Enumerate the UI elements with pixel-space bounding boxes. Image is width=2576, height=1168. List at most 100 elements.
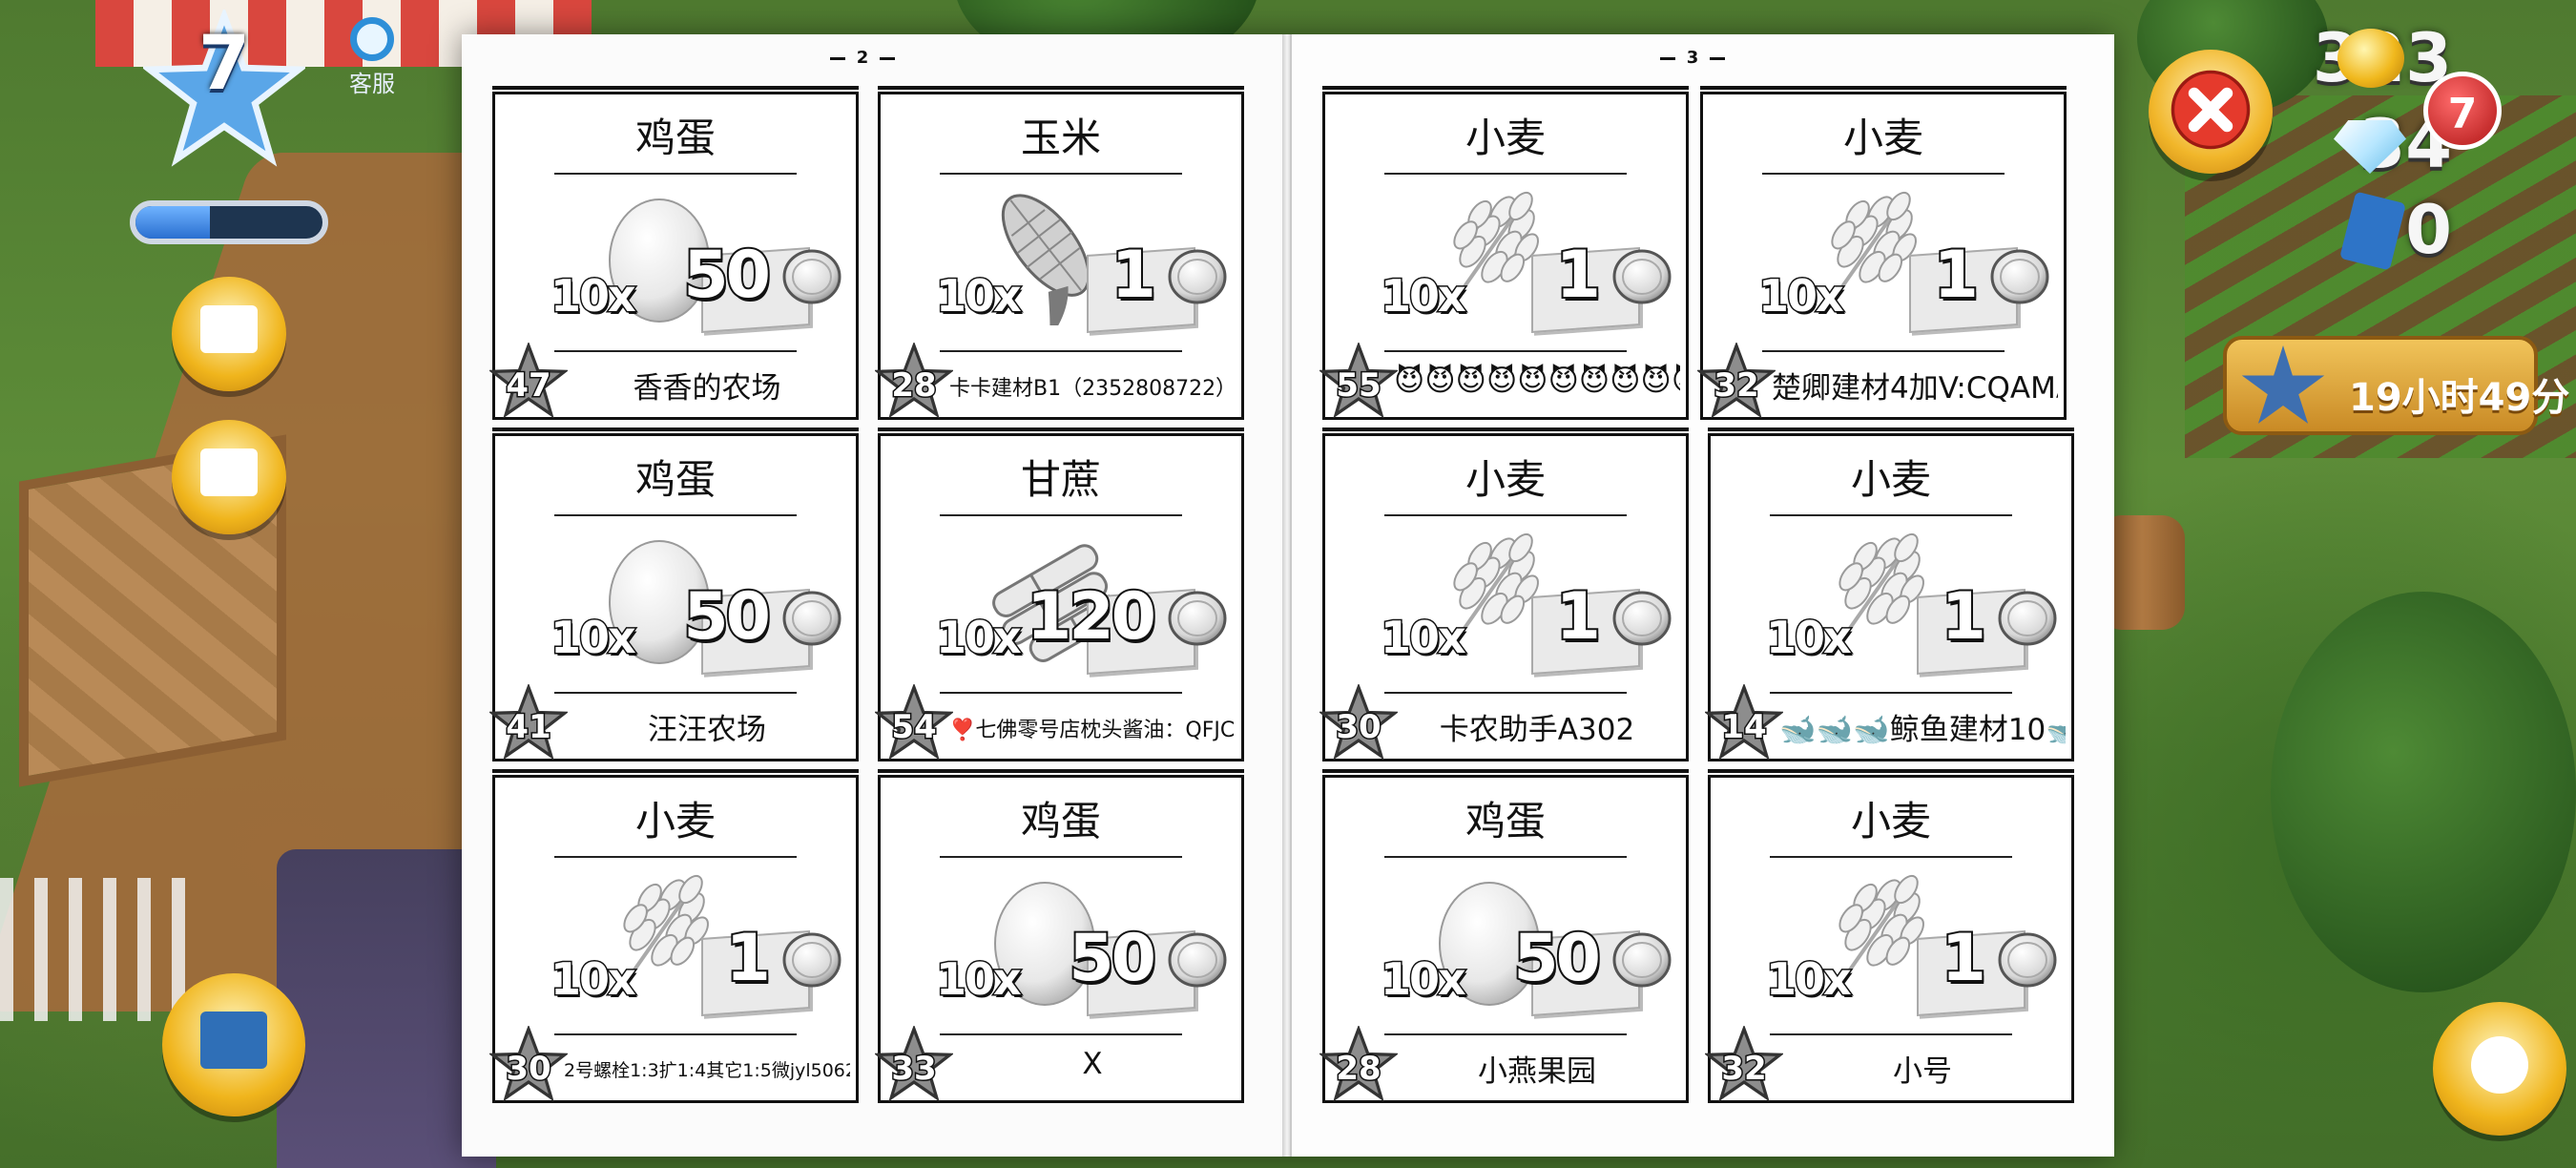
- divider: [1384, 514, 1627, 516]
- seller-name: 香香的农场: [633, 371, 781, 406]
- ad-card[interactable]: 小麦 10x 1 32 楚卿建材4加V:CQAMA9: [1695, 86, 2067, 420]
- seller-name: 🐋🐋🐋鲸鱼建材10🐋🐋🐋: [1779, 713, 2066, 747]
- coin-icon: [1989, 247, 2050, 306]
- ad-card[interactable]: 鸡蛋 10x 50 41 汪汪农场: [488, 428, 859, 761]
- seller-name: 卡农助手A302: [1439, 713, 1635, 747]
- item-name: 鸡蛋: [1020, 798, 1101, 845]
- close-icon: [2171, 70, 2251, 150]
- item-price: 1: [1554, 577, 1603, 657]
- item-name: 鸡蛋: [1465, 798, 1546, 845]
- mail-button[interactable]: [172, 420, 286, 534]
- tree: [2271, 592, 2576, 992]
- event-timer[interactable]: 19小时49分: [2223, 336, 2569, 435]
- item-name: 小麦: [1465, 115, 1546, 161]
- divider: [1384, 350, 1627, 352]
- friends-icon: [2471, 1036, 2528, 1094]
- ad-card[interactable]: 小麦 10x 1 14 🐋🐋🐋鲸鱼建材10🐋🐋🐋: [1703, 428, 2074, 761]
- seller-name: X: [1082, 1047, 1103, 1081]
- seller-level: 32: [1713, 365, 1760, 407]
- seller-name: 2号螺栓1:3扩1:4其它1:5微jyl5062: [564, 1060, 850, 1081]
- headset-icon: [350, 17, 394, 61]
- newspaper-button[interactable]: [172, 277, 286, 391]
- ticket-count: 0: [2405, 191, 2452, 269]
- ad-card[interactable]: 玉米 10x 1 28 卡卡建材B1（2352808722）: [873, 86, 1244, 420]
- coin-icon: [1611, 247, 1672, 306]
- seller-name: 楚卿建材4加V:CQAMA9: [1772, 371, 2058, 406]
- item-price: 1: [1932, 236, 1981, 315]
- close-button[interactable]: [2149, 50, 2273, 174]
- item-quantity: 10x: [1380, 611, 1468, 665]
- white-fence: [0, 878, 191, 1021]
- customer-service-button[interactable]: 客服: [334, 17, 410, 98]
- ad-card[interactable]: 小麦 10x 1 32 小号: [1703, 769, 2074, 1103]
- seller-level: 28: [1335, 1049, 1382, 1090]
- item-name: 小麦: [1850, 798, 1931, 845]
- item-quantity: 10x: [1757, 269, 1846, 323]
- item-name: 甘蔗: [1020, 456, 1101, 503]
- seller-name: 汪汪农场: [648, 713, 766, 747]
- ad-card[interactable]: 小麦 10x 1 55 😈😈😈😈😈😈😈😈😈😈😈😈😈: [1318, 86, 1689, 420]
- ad-card[interactable]: 鸡蛋 10x 50 28 小燕果园: [1318, 769, 1689, 1103]
- divider: [554, 856, 797, 858]
- ad-card[interactable]: 鸡蛋 10x 50 33 X: [873, 769, 1244, 1103]
- item-price: 50: [681, 236, 773, 315]
- friends-button[interactable]: [2433, 1002, 2566, 1136]
- item-price: 1: [1940, 577, 1988, 657]
- item-quantity: 10x: [935, 952, 1024, 1007]
- seller-name: 卡卡建材B1（2352808722）: [949, 377, 1236, 401]
- item-name: 小麦: [1850, 456, 1931, 503]
- item-quantity: 10x: [1380, 269, 1468, 323]
- item-price: 50: [1067, 919, 1158, 998]
- ad-card[interactable]: 小麦 10x 1 30 2号螺栓1:3扩1:4其它1:5微jyl5062: [488, 769, 859, 1103]
- divider: [1770, 1033, 2012, 1035]
- item-price: 50: [1511, 919, 1603, 998]
- divider: [1770, 856, 2012, 858]
- seller-level: 32: [1720, 1049, 1768, 1090]
- item-name: 鸡蛋: [634, 115, 716, 161]
- item-quantity: 10x: [1380, 952, 1468, 1007]
- item-quantity: 10x: [550, 269, 638, 323]
- seller-level: 33: [890, 1049, 938, 1090]
- item-name: 鸡蛋: [634, 456, 716, 503]
- timer-text: 19小时49分: [2349, 376, 2570, 420]
- envelope-icon: [200, 448, 258, 496]
- shop-button[interactable]: [162, 973, 305, 1116]
- divider: [554, 350, 797, 352]
- newspaper-icon: [200, 305, 258, 353]
- divider: [1384, 692, 1627, 694]
- seller-level: 47: [505, 365, 552, 407]
- notification-badge[interactable]: 7: [2423, 72, 2502, 150]
- left-page-number: 2: [805, 48, 920, 68]
- item-quantity: 10x: [550, 611, 638, 665]
- item-quantity: 10x: [550, 952, 638, 1007]
- item-price: 1: [1554, 236, 1603, 315]
- xp-progress-bar: [130, 200, 328, 244]
- player-level: 7: [197, 21, 251, 107]
- right-page-number: 3: [1635, 48, 1750, 68]
- coin-icon: [781, 247, 842, 306]
- item-quantity: 10x: [935, 611, 1024, 665]
- item-name: 小麦: [1465, 456, 1546, 503]
- divider: [554, 1033, 797, 1035]
- ad-card[interactable]: 小麦 10x 1 30 卡农助手A302: [1318, 428, 1689, 761]
- divider: [1762, 350, 2005, 352]
- seller-level: 41: [505, 707, 552, 748]
- coin-icon: [1611, 930, 1672, 990]
- ad-card[interactable]: 鸡蛋 10x 50 47 香香的农场: [488, 86, 859, 420]
- divider: [940, 856, 1182, 858]
- coin-icon: [781, 930, 842, 990]
- seller-name: ❣️七佛零号店枕头酱油：QFJC233: [949, 719, 1236, 742]
- item-name: 小麦: [1842, 115, 1923, 161]
- seller-level: 30: [505, 1049, 552, 1090]
- coin-icon: [1167, 247, 1228, 306]
- divider: [1770, 514, 2012, 516]
- divider: [940, 1033, 1182, 1035]
- item-price: 1: [1940, 919, 1988, 998]
- coin-icon[interactable]: [2337, 29, 2404, 88]
- divider: [1384, 1033, 1627, 1035]
- coin-icon: [1611, 589, 1672, 648]
- ad-card[interactable]: 甘蔗 10x120 54 ❣️七佛零号店枕头酱油：QFJC233: [873, 428, 1244, 761]
- seller-name: 小燕果园: [1478, 1054, 1596, 1089]
- coin-icon: [1997, 589, 2058, 648]
- item-price: 1: [724, 919, 773, 998]
